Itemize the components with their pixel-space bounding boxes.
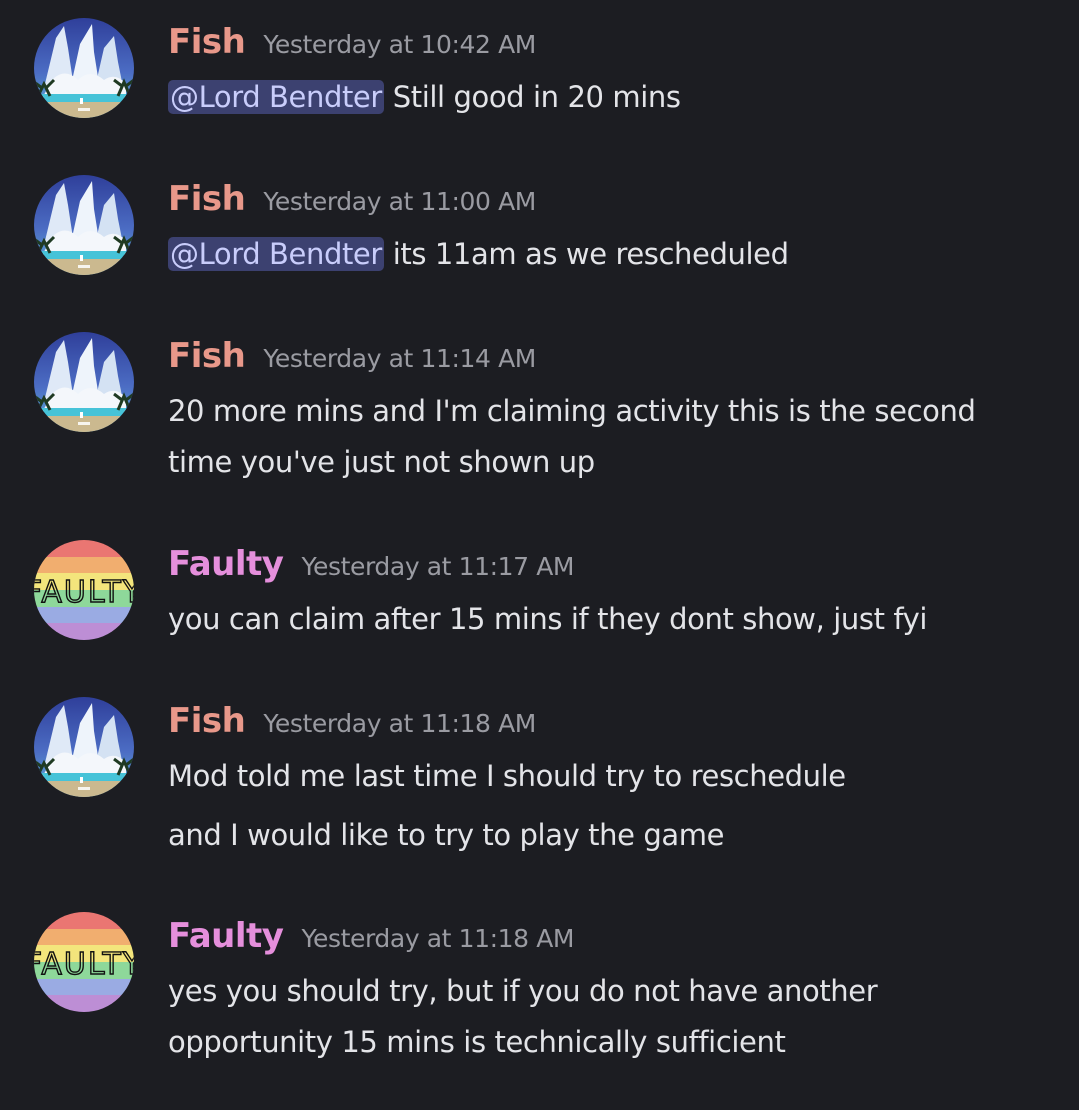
message-content: you can claim after 15 mins if they dont… [168, 594, 1058, 645]
waterfall-landscape-avatar-icon [34, 697, 134, 797]
message-content: 20 more mins and I'm claiming activity t… [168, 386, 1058, 488]
message-text: Still good in 20 mins [383, 80, 681, 114]
svg-text:FAULTY: FAULTY [34, 947, 134, 982]
username[interactable]: Fish [168, 336, 246, 376]
message-line: you can claim after 15 mins if they dont… [168, 602, 928, 636]
svg-text:FAULTY: FAULTY [34, 575, 134, 610]
message-header: Fish Yesterday at 10:42 AM [168, 22, 536, 62]
faulty-avatar[interactable]: FAULTY [34, 540, 134, 640]
message-header: Faulty Yesterday at 11:18 AM [168, 916, 575, 956]
fish-avatar[interactable] [34, 18, 134, 118]
timestamp[interactable]: Yesterday at 11:00 AM [263, 187, 536, 216]
user-mention[interactable]: @Lord Bendter [168, 80, 384, 114]
timestamp[interactable]: Yesterday at 11:14 AM [263, 344, 536, 373]
faulty-avatar[interactable]: FAULTY [34, 912, 134, 1012]
timestamp[interactable]: Yesterday at 11:18 AM [263, 709, 536, 738]
fish-avatar[interactable] [34, 332, 134, 432]
message-header: Fish Yesterday at 11:14 AM [168, 336, 536, 376]
waterfall-landscape-avatar-icon [34, 332, 134, 432]
username[interactable]: Fish [168, 701, 246, 741]
timestamp[interactable]: Yesterday at 10:42 AM [263, 30, 536, 59]
waterfall-landscape-avatar-icon [34, 18, 134, 118]
message-line: and I would like to try to play the game [168, 818, 725, 852]
message-text: its 11am as we rescheduled [383, 237, 789, 271]
timestamp[interactable]: Yesterday at 11:18 AM [301, 924, 574, 953]
message-header: Fish Yesterday at 11:00 AM [168, 179, 536, 219]
message-line: time you've just not shown up [168, 445, 595, 479]
message-content: yes you should try, but if you do not ha… [168, 966, 1058, 1068]
user-mention[interactable]: @Lord Bendter [168, 237, 384, 271]
message-content: @Lord Bendter its 11am as we rescheduled [168, 229, 1058, 280]
rainbow-faulty-avatar-icon: FAULTY [34, 912, 134, 1012]
message-line: 20 more mins and I'm claiming activity t… [168, 394, 976, 428]
message-line: yes you should try, but if you do not ha… [168, 974, 878, 1008]
message-line: Mod told me last time I should try to re… [168, 759, 846, 793]
message-header: Fish Yesterday at 11:18 AM [168, 701, 536, 741]
fish-avatar[interactable] [34, 175, 134, 275]
username[interactable]: Faulty [168, 916, 284, 956]
username[interactable]: Faulty [168, 544, 284, 584]
message-content: @Lord Bendter Still good in 20 mins [168, 72, 1058, 123]
message-header: Faulty Yesterday at 11:17 AM [168, 544, 575, 584]
fish-avatar[interactable] [34, 697, 134, 797]
rainbow-faulty-avatar-icon: FAULTY [34, 540, 134, 640]
username[interactable]: Fish [168, 22, 246, 62]
message-content: Mod told me last time I should try to re… [168, 751, 1058, 861]
username[interactable]: Fish [168, 179, 246, 219]
message-line: opportunity 15 mins is technically suffi… [168, 1025, 786, 1059]
timestamp[interactable]: Yesterday at 11:17 AM [301, 552, 574, 581]
waterfall-landscape-avatar-icon [34, 175, 134, 275]
